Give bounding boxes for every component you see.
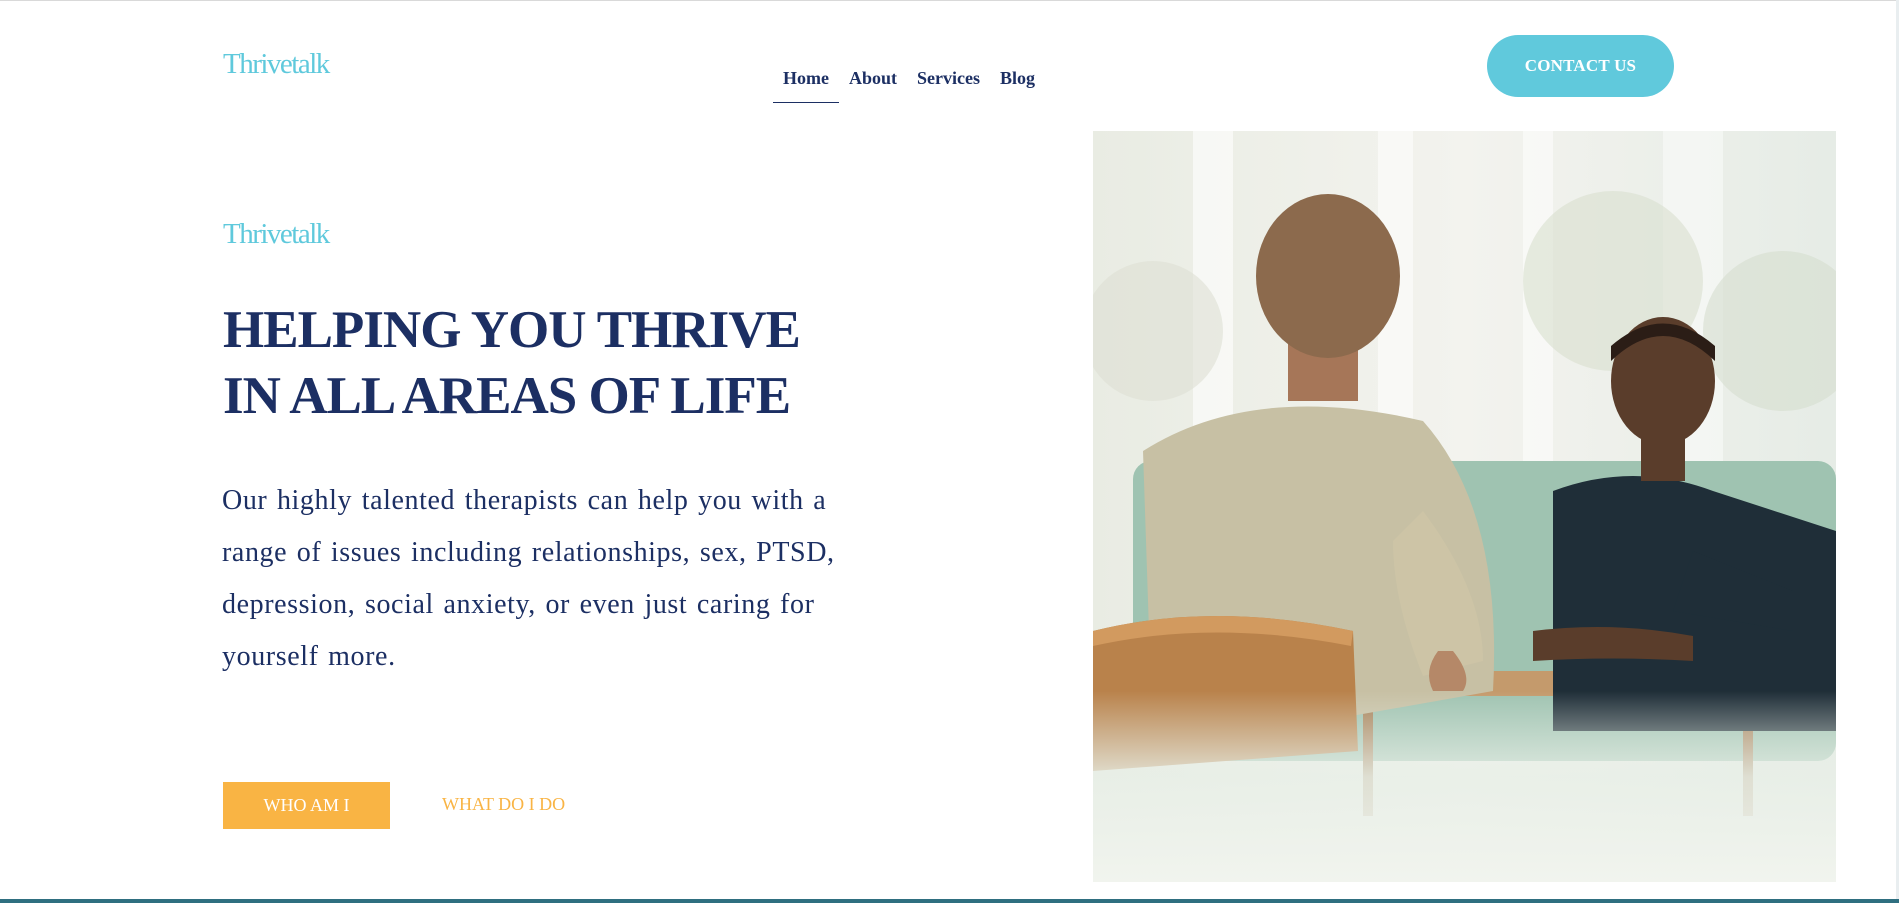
- top-border: [0, 0, 1899, 1]
- hero-brand: Thrivetalk: [223, 218, 330, 250]
- nav-item-services[interactable]: Services: [907, 66, 990, 103]
- contact-us-button[interactable]: CONTACT US: [1487, 35, 1674, 97]
- site-logo[interactable]: Thrivetalk: [223, 48, 330, 81]
- hero-title-line-1: HELPING YOU THRIVE: [223, 301, 801, 359]
- hero-title: HELPING YOU THRIVE IN ALL AREAS OF LIFE: [223, 297, 863, 429]
- main-nav: Home About Services Blog: [773, 66, 1045, 103]
- hero-description: Our highly talented therapists can help …: [222, 485, 835, 672]
- what-do-i-do-link[interactable]: WHAT DO I DO: [442, 794, 565, 815]
- nav-item-about[interactable]: About: [839, 66, 907, 103]
- bottom-bar: [0, 899, 1899, 903]
- nav-item-home[interactable]: Home: [773, 66, 839, 103]
- therapy-session-photo: [1093, 131, 1836, 882]
- photo-illustration: [1093, 131, 1836, 882]
- who-am-i-button[interactable]: WHO AM I: [223, 782, 390, 829]
- hero-title-line-2: IN ALL AREAS OF LIFE: [223, 367, 791, 425]
- nav-item-blog[interactable]: Blog: [990, 66, 1045, 103]
